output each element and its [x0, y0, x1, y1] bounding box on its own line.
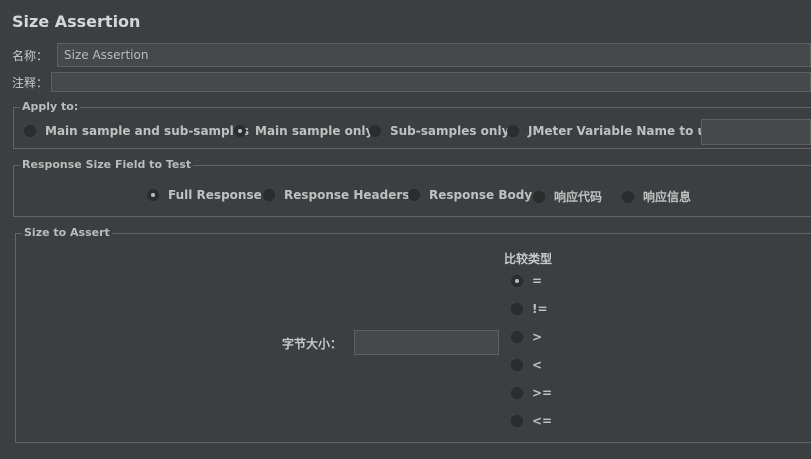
size-input[interactable]	[354, 330, 499, 355]
radio-circle	[511, 331, 523, 343]
size-to-assert-legend: Size to Assert	[22, 226, 112, 239]
radio-label: =	[532, 274, 543, 288]
radio-label: >=	[532, 386, 553, 400]
page-title: Size Assertion	[12, 12, 141, 31]
radio-label: >	[532, 330, 543, 344]
response-field-legend: Response Size Field to Test	[20, 158, 194, 171]
radio-label: Sub-samples only	[390, 124, 510, 138]
name-label: 名称：	[12, 49, 49, 63]
radio-label: JMeter Variable Name to use	[528, 124, 722, 138]
name-input[interactable]: Size Assertion	[57, 43, 811, 67]
response-headers-radio[interactable]: Response Headers	[263, 188, 409, 202]
compare-type-label: 比较类型	[504, 252, 553, 266]
radio-label: <	[532, 358, 543, 372]
radio-circle	[408, 189, 420, 201]
radio-circle	[263, 189, 275, 201]
operator-not-equal-radio[interactable]: !=	[511, 302, 548, 316]
radio-label: <=	[532, 414, 553, 428]
radio-label: Full Response	[168, 188, 262, 202]
apply-jmeter-variable-radio[interactable]: JMeter Variable Name to use	[507, 124, 721, 138]
operator-less-equal-radio[interactable]: <=	[511, 414, 552, 428]
radio-label: Response Body	[429, 188, 533, 202]
radio-circle	[147, 189, 159, 201]
radio-circle	[507, 125, 519, 137]
apply-main-and-sub-radio[interactable]: Main sample and sub-samples	[24, 124, 249, 138]
radio-label: 响应信息	[643, 190, 692, 204]
size-label: 字节大小：	[282, 337, 343, 351]
radio-label: Main sample and sub-samples	[45, 124, 250, 138]
radio-label: 响应代码	[554, 190, 603, 204]
radio-label: Main sample only	[255, 124, 374, 138]
comment-label: 注释：	[12, 76, 49, 90]
radio-circle	[511, 359, 523, 371]
radio-circle	[234, 125, 246, 137]
radio-circle	[622, 190, 634, 203]
radio-circle	[533, 190, 545, 203]
comment-input[interactable]	[51, 72, 811, 92]
operator-greater-radio[interactable]: >	[511, 330, 542, 344]
radio-circle	[369, 125, 381, 137]
operator-equal-radio[interactable]: =	[511, 274, 542, 288]
jmeter-variable-input[interactable]	[701, 119, 811, 145]
apply-sub-only-radio[interactable]: Sub-samples only	[369, 124, 509, 138]
response-body-radio[interactable]: Response Body	[408, 188, 532, 202]
radio-circle	[511, 275, 523, 287]
operator-less-radio[interactable]: <	[511, 358, 542, 372]
radio-label: Response Headers	[284, 188, 410, 202]
radio-circle	[511, 387, 523, 399]
apply-to-legend: Apply to:	[20, 100, 81, 113]
apply-main-only-radio[interactable]: Main sample only	[234, 124, 373, 138]
response-message-radio[interactable]: 响应信息	[622, 188, 691, 205]
operator-greater-equal-radio[interactable]: >=	[511, 386, 552, 400]
radio-circle	[24, 125, 36, 137]
radio-circle	[511, 303, 523, 315]
response-code-radio[interactable]: 响应代码	[533, 188, 602, 205]
radio-circle	[511, 415, 523, 427]
full-response-radio[interactable]: Full Response	[147, 188, 262, 202]
radio-label: !=	[532, 302, 548, 316]
